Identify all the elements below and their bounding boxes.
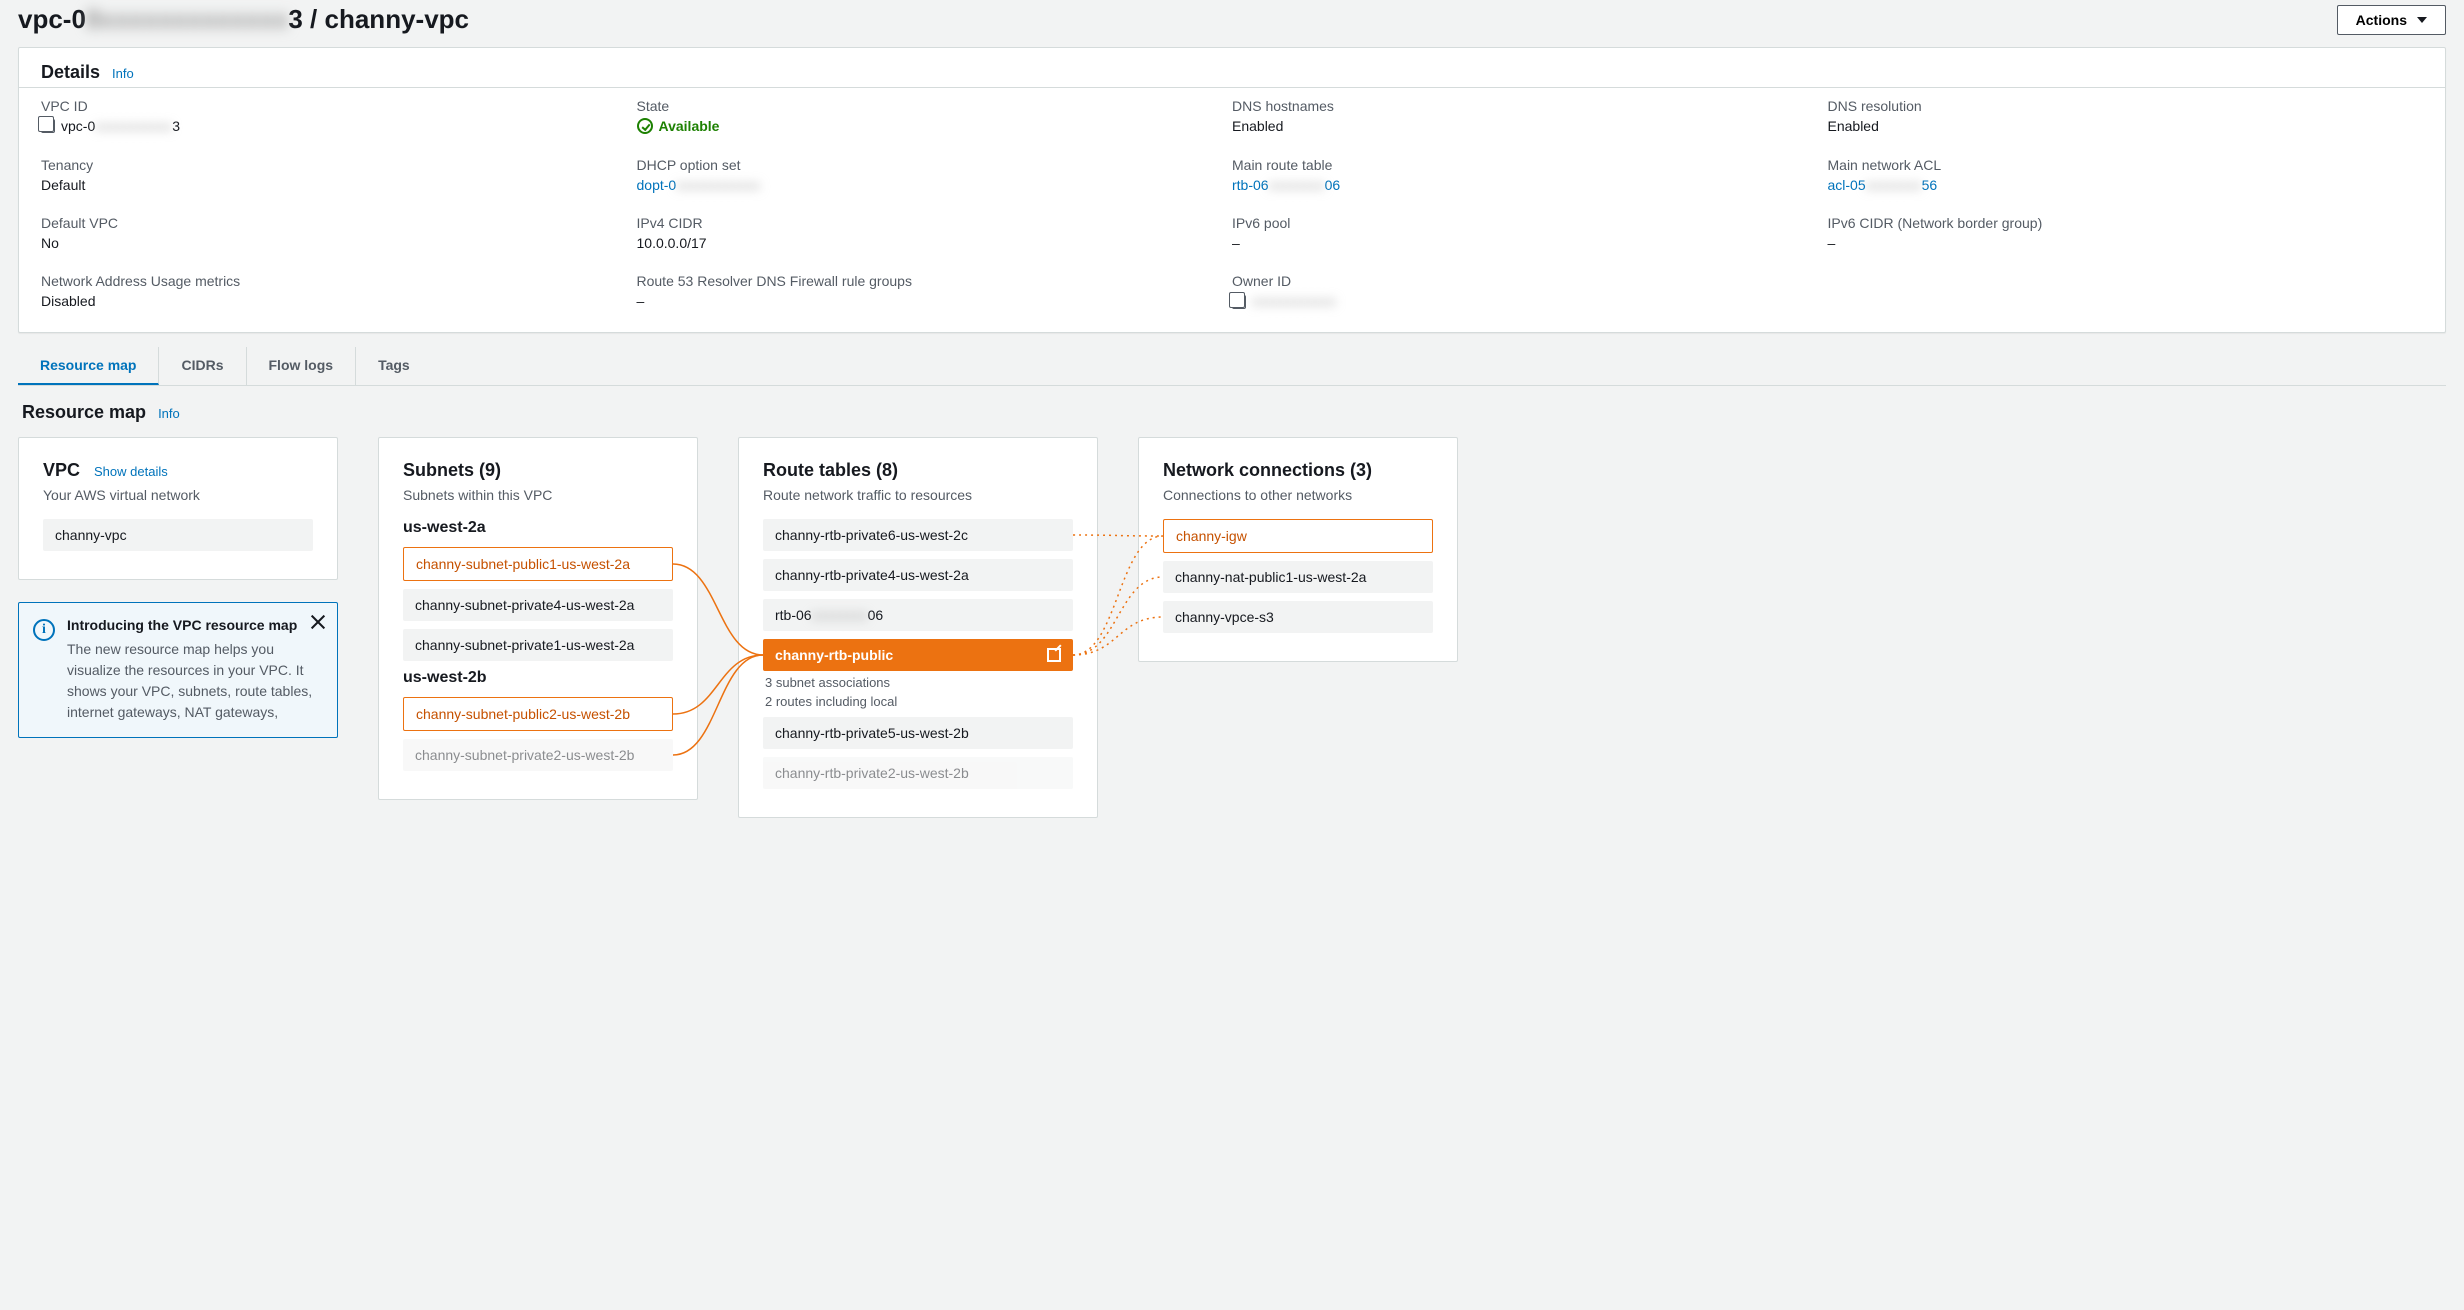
detail-value: Default <box>41 177 637 193</box>
details-info-link[interactable]: Info <box>112 66 134 81</box>
az-heading: us-west-2a <box>403 519 673 537</box>
subnet-chip[interactable]: channy-subnet-public2-us-west-2b <box>403 697 673 731</box>
resource-map-info-link[interactable]: Info <box>158 406 180 421</box>
details-heading: Details <box>41 62 100 83</box>
tab-tags[interactable]: Tags <box>356 347 432 385</box>
detail-cell: State Available <box>637 98 1233 135</box>
vpc-name-chip[interactable]: channy-vpc <box>43 519 313 551</box>
detail-value[interactable]: rtb-06xxxxxxxx06 <box>1232 177 1828 193</box>
detail-value: – <box>1232 235 1828 251</box>
route-tables-title: Route tables (8) <box>763 460 898 481</box>
az-heading: us-west-2b <box>403 669 673 687</box>
vpc-card-title: VPC <box>43 460 80 481</box>
detail-value: 10.0.0.0/17 <box>637 235 1233 251</box>
detail-cell: DNS hostnames Enabled <box>1232 98 1828 135</box>
detail-value: Enabled <box>1828 118 2424 134</box>
network-connection-chip[interactable]: channy-nat-public1-us-west-2a <box>1163 561 1433 593</box>
detail-value[interactable]: dopt-0xxxxxxxxxxxx <box>637 177 1233 193</box>
detail-cell: DNS resolution Enabled <box>1828 98 2424 135</box>
subnet-chip[interactable]: channy-subnet-private1-us-west-2a <box>403 629 673 661</box>
detail-value: Available <box>637 118 1233 135</box>
detail-label: Main route table <box>1232 157 1828 173</box>
detail-label: IPv6 pool <box>1232 215 1828 231</box>
page-title: vpc-08xxxxxxxxxxxxx3 / channy-vpc <box>18 4 469 35</box>
route-tables-card: Route tables (8) Route network traffic t… <box>738 437 1098 818</box>
route-table-chip[interactable]: channy-rtb-private6-us-west-2c <box>763 519 1073 551</box>
detail-value: – <box>637 293 1233 309</box>
subnets-title: Subnets (9) <box>403 460 501 481</box>
vpc-card: VPC Show details Your AWS virtual networ… <box>18 437 338 580</box>
detail-label: Default VPC <box>41 215 637 231</box>
show-details-link[interactable]: Show details <box>94 464 168 479</box>
detail-cell: IPv6 pool – <box>1232 215 1828 251</box>
subnets-card: Subnets (9) Subnets within this VPC us-w… <box>378 437 698 800</box>
route-table-chip[interactable]: channy-rtb-public <box>763 639 1073 671</box>
detail-cell: Owner ID xxxxxxxxxxxx <box>1232 273 1828 309</box>
detail-cell: Default VPC No <box>41 215 637 251</box>
route-table-subtext: 3 subnet associations <box>765 675 1073 690</box>
vpc-card-subtitle: Your AWS virtual network <box>43 487 313 503</box>
detail-label: DHCP option set <box>637 157 1233 173</box>
tab-cidrs[interactable]: CIDRs <box>159 347 246 385</box>
detail-cell: Tenancy Default <box>41 157 637 193</box>
route-table-chip[interactable]: channy-rtb-private4-us-west-2a <box>763 559 1073 591</box>
detail-value: Disabled <box>41 293 637 309</box>
alert-title: Introducing the VPC resource map <box>67 617 323 633</box>
route-table-chip[interactable]: channy-rtb-private5-us-west-2b <box>763 717 1073 749</box>
detail-value[interactable]: acl-05xxxxxxxx56 <box>1828 177 2424 193</box>
detail-label: State <box>637 98 1233 114</box>
copy-icon[interactable] <box>41 119 55 133</box>
external-link-icon[interactable] <box>1047 648 1061 662</box>
check-circle-icon <box>637 118 653 134</box>
subnet-chip[interactable]: channy-subnet-public1-us-west-2a <box>403 547 673 581</box>
close-icon[interactable] <box>309 613 327 631</box>
detail-label: Network Address Usage metrics <box>41 273 637 289</box>
copy-icon[interactable] <box>1232 295 1246 309</box>
subnets-subtitle: Subnets within this VPC <box>403 487 673 503</box>
subnet-chip[interactable]: channy-subnet-private4-us-west-2a <box>403 589 673 621</box>
intro-alert: i Introducing the VPC resource map The n… <box>18 602 338 738</box>
detail-label: Tenancy <box>41 157 637 173</box>
detail-label: VPC ID <box>41 98 637 114</box>
network-connection-chip[interactable]: channy-vpce-s3 <box>1163 601 1433 633</box>
detail-cell: DHCP option set dopt-0xxxxxxxxxxxx <box>637 157 1233 193</box>
tab-resource-map[interactable]: Resource map <box>18 347 159 385</box>
detail-cell: VPC ID vpc-0xxxxxxxxxxx3 <box>41 98 637 135</box>
route-table-chip[interactable]: rtb-06xxxxxxxx06 <box>763 599 1073 631</box>
detail-label: Route 53 Resolver DNS Firewall rule grou… <box>637 273 1233 289</box>
route-tables-subtitle: Route network traffic to resources <box>763 487 1073 503</box>
detail-label: IPv6 CIDR (Network border group) <box>1828 215 2424 231</box>
route-table-chip[interactable]: channy-rtb-private2-us-west-2b <box>763 757 1073 789</box>
detail-cell: Main network ACL acl-05xxxxxxxx56 <box>1828 157 2424 193</box>
actions-button[interactable]: Actions <box>2337 5 2446 35</box>
chevron-down-icon <box>2417 17 2427 23</box>
tab-flow-logs[interactable]: Flow logs <box>247 347 357 385</box>
detail-label: DNS hostnames <box>1232 98 1828 114</box>
detail-cell: IPv4 CIDR 10.0.0.0/17 <box>637 215 1233 251</box>
detail-value: No <box>41 235 637 251</box>
tabs: Resource mapCIDRsFlow logsTags <box>18 347 2446 386</box>
detail-label: Main network ACL <box>1828 157 2424 173</box>
netconn-title: Network connections (3) <box>1163 460 1372 481</box>
detail-cell: Network Address Usage metrics Disabled <box>41 273 637 309</box>
info-icon: i <box>33 619 55 641</box>
detail-label: DNS resolution <box>1828 98 2424 114</box>
resource-map-heading: Resource map <box>22 402 146 423</box>
detail-label: IPv4 CIDR <box>637 215 1233 231</box>
network-connections-card: Network connections (3) Connections to o… <box>1138 437 1458 662</box>
detail-label: Owner ID <box>1232 273 1828 289</box>
detail-value: xxxxxxxxxxxx <box>1232 293 1828 309</box>
detail-cell: Route 53 Resolver DNS Firewall rule grou… <box>637 273 1233 309</box>
alert-body: The new resource map helps you visualize… <box>67 639 323 723</box>
detail-cell: Main route table rtb-06xxxxxxxx06 <box>1232 157 1828 193</box>
detail-value: – <box>1828 235 2424 251</box>
details-panel: Details Info VPC ID vpc-0xxxxxxxxxxx3Stat… <box>18 47 2446 333</box>
network-connection-chip[interactable]: channy-igw <box>1163 519 1433 553</box>
detail-value: Enabled <box>1232 118 1828 134</box>
subnet-chip[interactable]: channy-subnet-private2-us-west-2b <box>403 739 673 771</box>
detail-cell: IPv6 CIDR (Network border group) – <box>1828 215 2424 251</box>
netconn-subtitle: Connections to other networks <box>1163 487 1433 503</box>
route-table-subtext: 2 routes including local <box>765 694 1073 709</box>
detail-value: vpc-0xxxxxxxxxxx3 <box>41 118 637 134</box>
